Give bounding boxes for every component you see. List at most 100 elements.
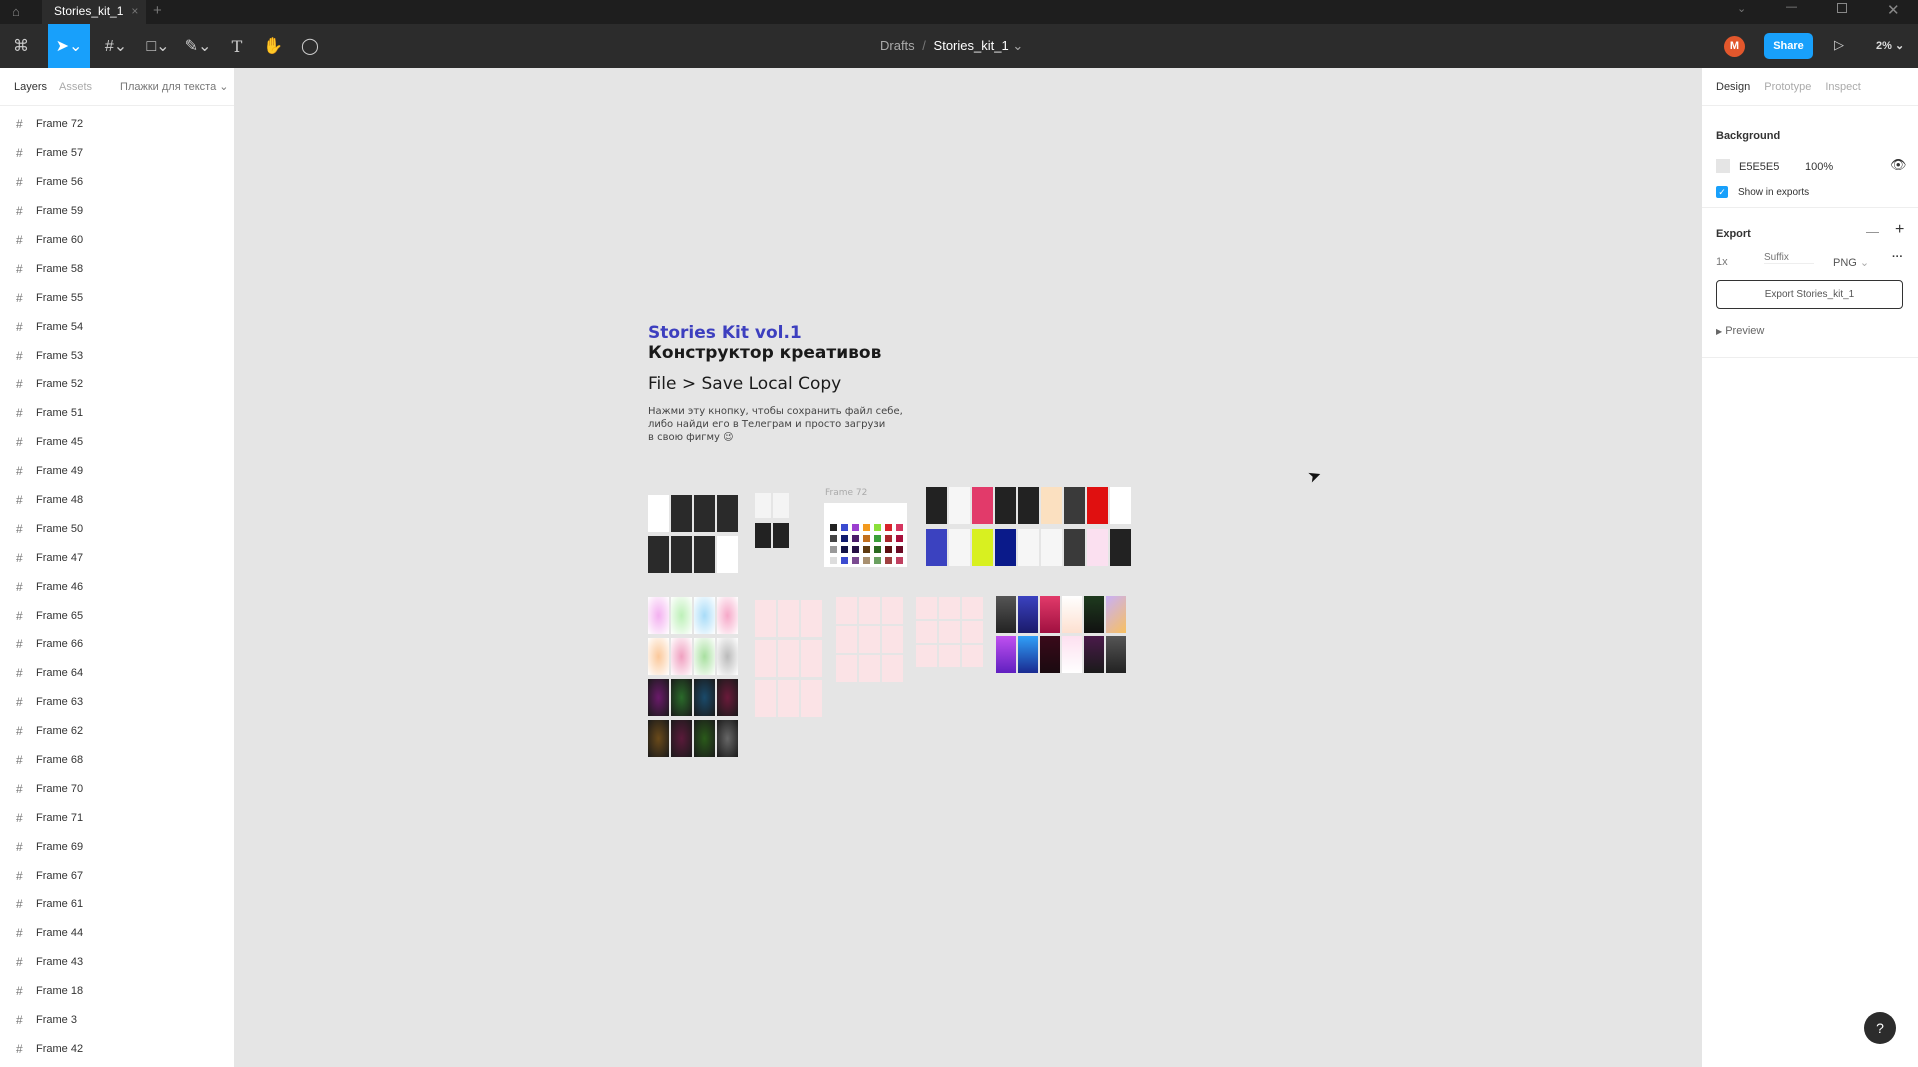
layer-item[interactable]: # Frame 67	[0, 861, 234, 890]
frame-thumbnail[interactable]	[648, 536, 669, 573]
frame-thumbnail[interactable]	[859, 626, 880, 653]
frame-thumbnail[interactable]	[949, 487, 970, 524]
frame-thumbnail[interactable]	[995, 529, 1016, 566]
layer-item[interactable]: # Frame 65	[0, 601, 234, 630]
frame-thumbnail[interactable]	[778, 640, 799, 677]
chevron-down-icon[interactable]: ⌄	[1012, 38, 1023, 53]
frame-thumbnail[interactable]	[671, 720, 692, 757]
color-swatch[interactable]	[863, 557, 870, 564]
color-swatch[interactable]	[874, 524, 881, 531]
close-tab-icon[interactable]: ×	[131, 4, 138, 18]
frame-thumbnail[interactable]	[1084, 596, 1104, 633]
frame-thumbnail[interactable]	[1110, 529, 1131, 566]
layer-item[interactable]: # Frame 43	[0, 948, 234, 977]
frame-thumbnail[interactable]	[648, 597, 669, 634]
frame-thumbnail[interactable]	[773, 493, 789, 518]
frame-thumbnail[interactable]	[755, 493, 771, 518]
color-swatch[interactable]	[863, 546, 870, 553]
layer-item[interactable]: # Frame 69	[0, 832, 234, 861]
frame-thumbnail[interactable]	[836, 597, 857, 624]
frame-thumbnail[interactable]	[1018, 529, 1039, 566]
text-tool-icon[interactable]: T	[226, 24, 248, 68]
frame-thumbnail[interactable]	[1041, 487, 1062, 524]
layer-item[interactable]: # Frame 55	[0, 283, 234, 312]
frame-thumbnail[interactable]	[972, 487, 993, 524]
color-swatch[interactable]	[885, 557, 892, 564]
color-swatch[interactable]	[896, 524, 903, 531]
frame-thumbnail[interactable]	[694, 720, 715, 757]
frame-thumbnail[interactable]	[801, 600, 822, 637]
layer-item[interactable]: # Frame 3	[0, 1006, 234, 1035]
color-swatch[interactable]	[1716, 159, 1730, 173]
color-swatch[interactable]	[830, 546, 837, 553]
hand-tool-icon[interactable]: ✋	[262, 24, 284, 68]
layer-item[interactable]: # Frame 66	[0, 630, 234, 659]
layer-item[interactable]: # Frame 53	[0, 341, 234, 370]
frame-thumbnail[interactable]	[836, 655, 857, 682]
frame-thumbnail[interactable]	[755, 600, 776, 637]
frame-thumbnail[interactable]	[671, 638, 692, 675]
more-options-icon[interactable]: ···	[1892, 251, 1903, 263]
frame-thumbnail[interactable]	[996, 636, 1016, 673]
frame-thumbnail[interactable]	[859, 597, 880, 624]
frame-72-label[interactable]: Frame 72	[825, 488, 867, 498]
frame-thumbnail[interactable]	[939, 597, 960, 619]
frame-thumbnail[interactable]	[717, 720, 738, 757]
frame-thumbnail[interactable]	[1087, 529, 1108, 566]
layer-item[interactable]: # Frame 52	[0, 370, 234, 399]
frame-thumbnail[interactable]	[755, 680, 776, 717]
move-tool[interactable]: ➤⌄	[48, 24, 90, 68]
frame-thumbnail[interactable]	[1062, 596, 1082, 633]
frame-thumbnail[interactable]	[694, 536, 715, 573]
layer-item[interactable]: # Frame 61	[0, 890, 234, 919]
file-name[interactable]: Stories_kit_1	[934, 38, 1009, 53]
frame-thumbnail[interactable]	[1106, 596, 1126, 633]
layer-item[interactable]: # Frame 45	[0, 428, 234, 457]
layer-item[interactable]: # Frame 58	[0, 254, 234, 283]
preview-toggle[interactable]: ▶ Preview	[1716, 325, 1764, 337]
color-swatch[interactable]	[896, 535, 903, 542]
layer-item[interactable]: # Frame 51	[0, 399, 234, 428]
restore-icon[interactable]	[1837, 3, 1847, 13]
frame-thumbnail[interactable]	[882, 655, 903, 682]
color-swatch[interactable]	[830, 557, 837, 564]
layer-item[interactable]: # Frame 60	[0, 226, 234, 255]
frame-thumbnail[interactable]	[717, 536, 738, 573]
frame-thumbnail[interactable]	[882, 626, 903, 653]
frame-thumbnail[interactable]	[882, 597, 903, 624]
frame-thumbnail[interactable]	[962, 645, 983, 667]
frame-thumbnail[interactable]	[962, 621, 983, 643]
frame-thumbnail[interactable]	[1040, 636, 1060, 673]
layer-item[interactable]: # Frame 63	[0, 688, 234, 717]
layer-item[interactable]: # Frame 71	[0, 803, 234, 832]
avatar[interactable]: M	[1724, 36, 1745, 57]
frame-thumbnail[interactable]	[1062, 636, 1082, 673]
color-swatch[interactable]	[885, 546, 892, 553]
background-hex[interactable]: E5E5E5	[1739, 161, 1779, 173]
frame-thumbnail[interactable]	[717, 638, 738, 675]
visibility-eye-icon[interactable]: 👁	[1890, 157, 1907, 173]
color-swatch[interactable]	[852, 535, 859, 542]
breadcrumb-drafts[interactable]: Drafts	[880, 38, 915, 53]
tab-layers[interactable]: Layers	[14, 81, 47, 93]
layer-item[interactable]: # Frame 59	[0, 197, 234, 226]
canvas[interactable]	[235, 68, 1701, 1067]
frame-thumbnail[interactable]	[939, 621, 960, 643]
layer-item[interactable]: # Frame 68	[0, 746, 234, 775]
frame-thumbnail[interactable]	[949, 529, 970, 566]
layer-item[interactable]: # Frame 54	[0, 312, 234, 341]
comment-tool-icon[interactable]: ◯	[298, 24, 322, 68]
help-button[interactable]: ?	[1864, 1012, 1896, 1044]
frame-thumbnail[interactable]	[778, 680, 799, 717]
layer-item[interactable]: # Frame 46	[0, 572, 234, 601]
minimize-icon[interactable]: —	[1786, 1, 1797, 13]
layer-item[interactable]: # Frame 70	[0, 774, 234, 803]
layer-item[interactable]: # Frame 42	[0, 1035, 234, 1064]
export-scale[interactable]: 1x	[1716, 256, 1728, 268]
layer-item[interactable]: # Frame 50	[0, 514, 234, 543]
frame-thumbnail[interactable]	[916, 645, 937, 667]
show-in-exports-checkbox[interactable]: ✓	[1716, 186, 1728, 198]
color-swatch[interactable]	[874, 535, 881, 542]
color-swatch[interactable]	[874, 557, 881, 564]
color-swatch[interactable]	[841, 535, 848, 542]
